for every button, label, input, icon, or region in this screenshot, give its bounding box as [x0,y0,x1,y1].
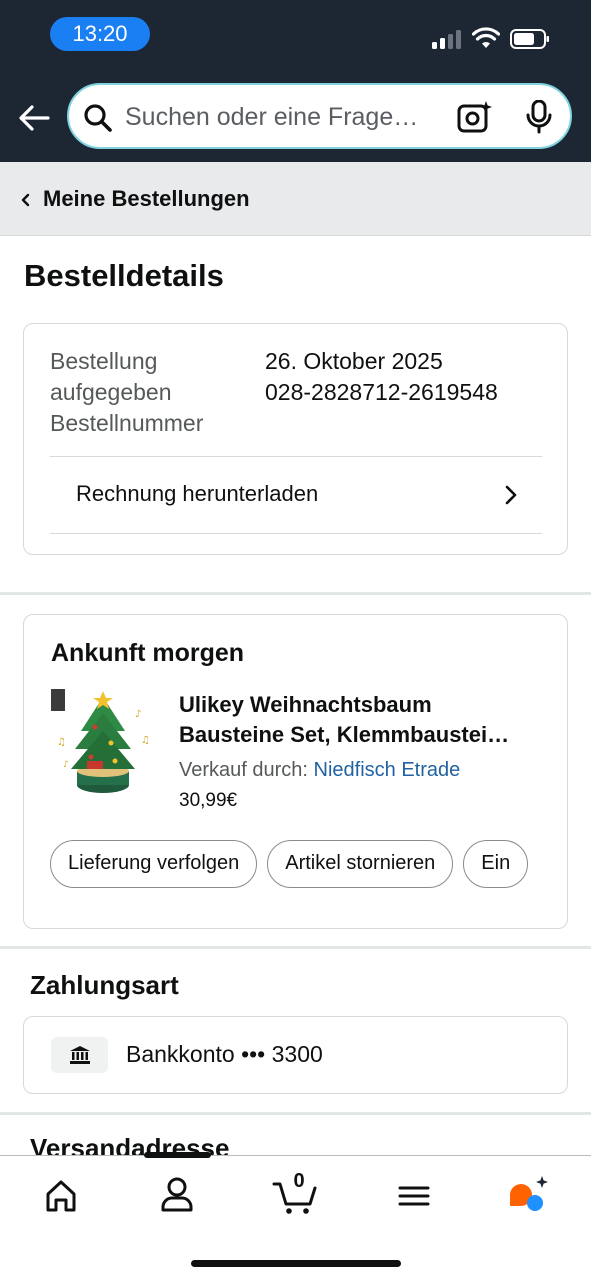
product-image[interactable]: ♪ ♫ ♫ ♪ [51,687,155,797]
cart-button[interactable]: 0 [272,1170,322,1218]
wifi-icon [472,27,500,48]
microphone-icon[interactable] [525,100,553,134]
cart-icon [272,1182,317,1214]
back-arrow-icon[interactable] [14,98,54,138]
divider [50,533,542,534]
order-number-value: 028-2828712-2619548 [265,379,498,405]
order-date-value: 26. Oktober 2025 [265,348,443,374]
download-invoice-row[interactable]: Rechnung herunterladen [24,457,569,533]
top-header: 13:20 [0,0,591,162]
order-labels: Bestellung aufgegeben Bestellnummer [50,346,240,439]
payment-section-title: Zahlungsart [30,970,179,1000]
section-separator [0,592,591,595]
rufus-ai-icon[interactable] [505,1174,555,1218]
search-bar[interactable] [67,83,572,149]
seller-link[interactable]: Niedfisch Etrade [314,759,461,781]
product-title-line[interactable]: Bausteine Set, Klemmbaustei… [179,720,554,750]
section-separator [0,946,591,949]
account-icon[interactable] [152,1174,202,1218]
search-icon [84,104,112,132]
seller-info: Verkauf durch: Niedfisch Etrade [179,759,460,782]
action-buttons-row[interactable]: Lieferung verfolgen Artikel stornieren Ein [50,840,550,890]
cellular-signal-icon [432,30,461,49]
product-title-line[interactable]: Ulikey Weihnachtsbaum [179,690,554,720]
download-invoice-label[interactable]: Rechnung herunterladen [76,481,318,507]
svg-text:♫: ♫ [141,735,150,746]
home-icon[interactable] [36,1174,86,1218]
seller-prefix: Verkauf durch: [179,759,308,781]
product-price: 30,99€ [179,790,238,811]
payment-method: Bankkonto ••• 3300 [126,1041,323,1067]
product-title[interactable]: Ulikey Weihnachtsbaum Bausteine Set, Kle… [179,690,554,750]
breadcrumb-label[interactable]: Meine Bestellungen [43,186,250,212]
chevron-left-icon [21,193,30,207]
delivery-status-title: Ankunft morgen [51,639,245,667]
svg-text:♪: ♪ [63,760,69,770]
more-action-button[interactable]: Ein [463,840,529,888]
camera-lens-icon[interactable] [457,100,493,134]
active-tab-indicator [144,1152,211,1158]
search-input[interactable] [125,97,437,137]
menu-icon[interactable] [389,1174,439,1218]
chevron-right-icon [505,485,517,505]
bank-icon [51,1037,108,1073]
section-separator [0,1112,591,1115]
order-values: 26. Oktober 2025 028-2828712-2619548 [265,346,498,408]
delivery-card: Ankunft morgen ♪ ♫ ♫ ♪ Ulikey Weihnachts… [23,614,568,929]
payment-card: Bankkonto ••• 3300 [23,1016,568,1094]
order-number-label: Bestellnummer [50,410,204,436]
svg-text:♪: ♪ [135,709,141,720]
status-time: 13:20 [50,17,150,51]
battery-icon [510,29,549,49]
home-indicator [191,1260,401,1267]
bottom-navigation: 0 [0,1152,591,1280]
cancel-item-button[interactable]: Artikel stornieren [267,840,454,888]
page-title: Bestelldetails [24,258,224,293]
svg-text:♫: ♫ [57,737,66,748]
order-date-label: Bestellung aufgegeben [50,348,172,405]
breadcrumb[interactable]: Meine Bestellungen [0,162,591,236]
track-package-button[interactable]: Lieferung verfolgen [50,840,258,888]
order-summary-card: Bestellung aufgegeben Bestellnummer 26. … [23,323,568,555]
